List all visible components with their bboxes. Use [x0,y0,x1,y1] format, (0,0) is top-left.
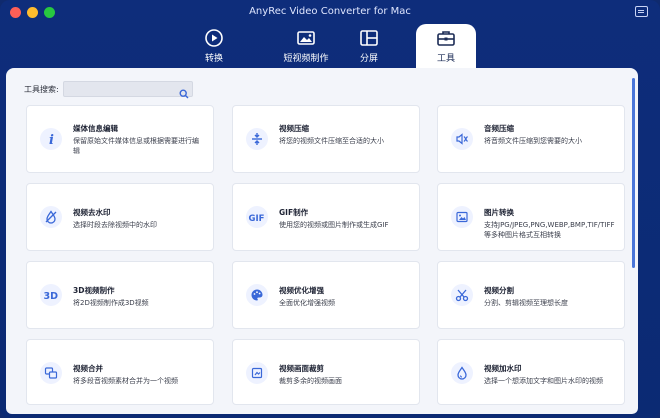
svg-text:3D: 3D [44,291,59,302]
3d-icon: 3D [40,284,62,306]
tool-card-merge[interactable]: 视频合并 将多段音视频素材合并为一个视频 [26,339,214,405]
tool-description: 将2D视频制作成3D视频 [73,299,149,307]
tool-title: 媒体信息编辑 [73,124,118,133]
tool-card-media-info[interactable]: i 媒体信息编辑 保留原始文件媒体信息或根据需要进行编辑 [26,105,214,173]
tool-description: 裁剪多余的视频画面 [279,377,342,385]
tool-description: 将音频文件压缩到您需要的大小 [484,137,582,145]
tool-card-watermark-add[interactable]: 视频加水印 选择一个想添加文字和图片水印的视频 [437,339,625,405]
tool-description: 分割、剪辑视频至理想长度 [484,299,568,307]
merge-icon [40,362,62,384]
title-bar: AnyRec Video Converter for Mac [0,0,660,24]
tab-short-video-label: 短视频制作 [283,54,329,64]
tool-title: 视频画面裁剪 [279,364,324,373]
palette-icon [246,284,268,306]
tool-search-input[interactable] [63,87,174,102]
tool-description: 将多段音视频素材合并为一个视频 [73,377,178,385]
tool-card-split[interactable]: 视频分割 分割、剪辑视频至理想长度 [437,261,625,329]
svg-text:i: i [49,133,54,146]
tool-title: 视频合并 [73,364,103,373]
tool-card-audio-compress[interactable]: 音频压缩 将音频文件压缩到您需要的大小 [437,105,625,173]
convert-icon [204,28,224,48]
tab-tools[interactable]: 工具 [416,24,476,68]
split-screen-icon [359,28,379,48]
tool-description: 使用您的视频或图片制作或生成GIF [279,221,389,229]
tool-title: 3D视频制作 [73,286,115,295]
main-tabs: 转换 短视频制作 分屏 工具 [0,24,660,68]
gif-icon: GIF [246,206,268,228]
search-icon[interactable] [179,84,189,99]
tool-description: 选择一个想添加文字和图片水印的视频 [484,377,603,385]
tab-convert-label: 转换 [204,54,223,64]
tab-short-video[interactable]: 短视频制作 [266,24,346,68]
tool-card-enhance[interactable]: 视频优化增强 全面优化增强视频 [232,261,420,329]
watermark-remove-icon [40,206,62,228]
tool-title: GIF制作 [279,208,309,217]
tool-search-row: 工具搜索: [24,81,193,102]
tool-description: 全面优化增强视频 [279,299,335,307]
chat-icon[interactable] [635,6,648,17]
tools-panel: 工具搜索: i 媒体信息编辑 保留原始文件媒体信息或根据需要进行编辑 视频压缩 … [6,68,638,414]
tab-tools-label: 工具 [436,54,455,64]
tool-title: 视频优化增强 [279,286,324,295]
tool-description: 支持JPG/JPEG,PNG,WEBP,BMP,TIF/TIFF等多种图片格式互… [484,221,615,239]
svg-text:GIF: GIF [249,214,265,224]
video-compress-icon [246,128,268,150]
info-icon: i [40,128,62,150]
tool-title: 音频压缩 [484,124,514,133]
tool-title: 视频去水印 [73,208,111,217]
tool-description: 选择时段去除视频中的水印 [73,221,157,229]
tool-description: 保留原始文件媒体信息或根据需要进行编辑 [73,137,199,155]
crop-icon [246,362,268,384]
watermark-add-icon [451,362,473,384]
tool-description: 将您的视频文件压缩至合适的大小 [279,137,384,145]
window-title: AnyRec Video Converter for Mac [249,6,411,17]
tool-card-3d[interactable]: 3D 3D视频制作 将2D视频制作成3D视频 [26,261,214,329]
tab-split-screen-label: 分屏 [359,54,378,64]
tool-search-label: 工具搜索: [24,84,59,94]
tool-card-gif[interactable]: GIF GIF制作 使用您的视频或图片制作或生成GIF [232,183,420,251]
tab-convert[interactable]: 转换 [181,24,247,68]
tab-split-screen[interactable]: 分屏 [336,24,402,68]
toolbox-icon [436,28,456,48]
scissors-icon [451,284,473,306]
tool-card-watermark-remove[interactable]: 视频去水印 选择时段去除视频中的水印 [26,183,214,251]
image-convert-icon [451,206,473,228]
scrollbar[interactable] [632,78,635,268]
tool-card-video-compress[interactable]: 视频压缩 将您的视频文件压缩至合适的大小 [232,105,420,173]
tool-title: 视频加水印 [484,364,522,373]
app-window: AnyRec Video Converter for Mac 转换 短视频制作 … [0,0,660,418]
tool-title: 视频压缩 [279,124,309,133]
short-video-icon [296,28,316,48]
tool-card-crop[interactable]: 视频画面裁剪 裁剪多余的视频画面 [232,339,420,405]
tool-card-image-convert[interactable]: 图片转换 支持JPG/JPEG,PNG,WEBP,BMP,TIF/TIFF等多种… [437,183,625,251]
tool-title: 图片转换 [484,208,514,217]
tool-title: 视频分割 [484,286,514,295]
tool-search-box [62,81,193,102]
audio-compress-icon [451,128,473,150]
